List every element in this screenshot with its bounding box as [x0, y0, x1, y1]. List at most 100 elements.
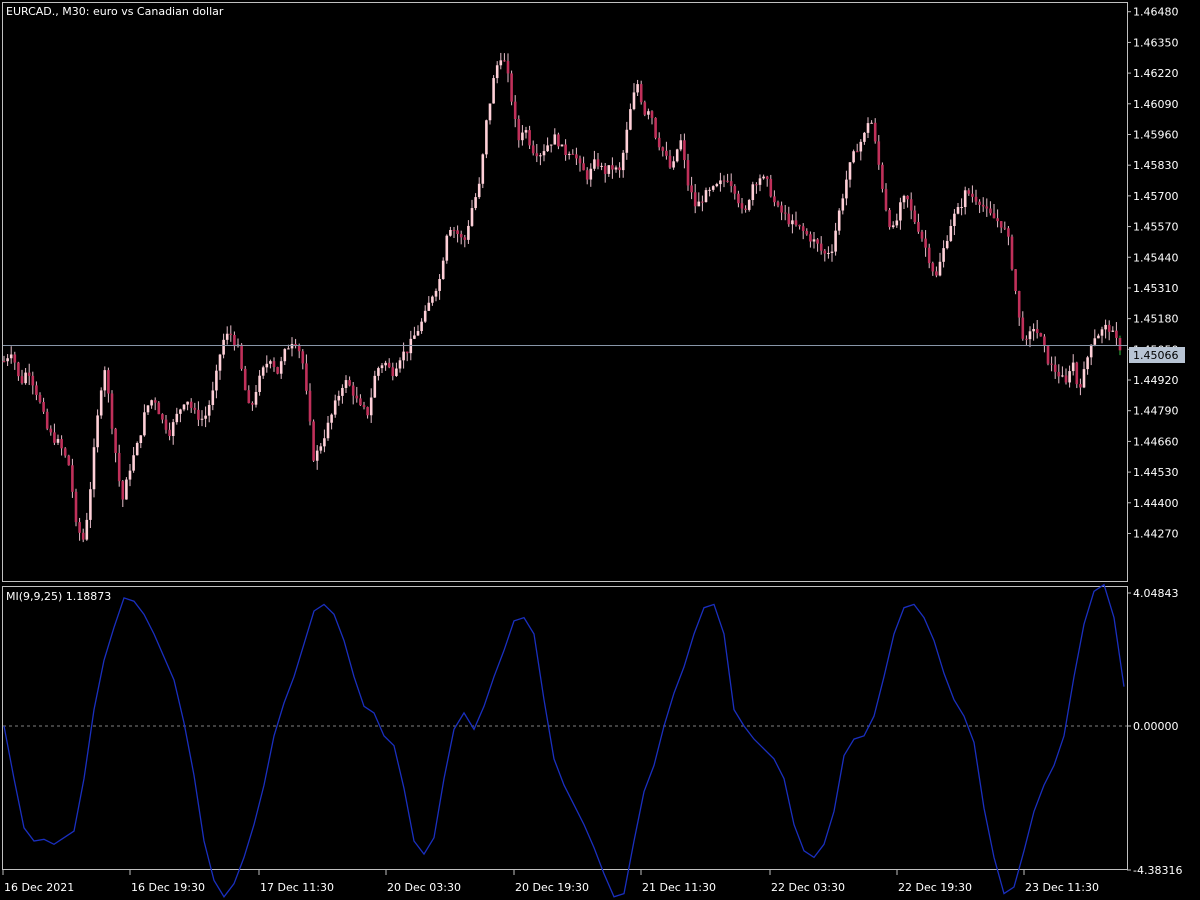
candle-body — [71, 465, 74, 492]
candle-body — [855, 151, 859, 153]
candle-body — [200, 418, 204, 420]
candle-body — [989, 208, 992, 214]
price-tick-label: 1.46090 — [1133, 98, 1179, 111]
candle-body — [531, 145, 535, 154]
candle-body — [528, 130, 531, 146]
candle-body — [305, 363, 308, 391]
candle-body — [276, 367, 279, 374]
candle-body — [917, 221, 920, 232]
candle-body — [150, 400, 153, 406]
indicator-tick-label: 0.00000 — [1133, 720, 1179, 733]
candle-body — [1021, 317, 1025, 339]
candle-body — [816, 239, 819, 244]
candle-body — [269, 361, 272, 364]
candle-body — [1035, 329, 1039, 334]
candle-body — [380, 365, 384, 369]
candle-body — [812, 239, 816, 242]
candle-body — [884, 188, 888, 210]
price-tick-label: 1.46350 — [1133, 36, 1179, 49]
candle-body — [431, 296, 434, 303]
indicator-tick-label: 4.04843 — [1133, 587, 1179, 600]
candle-body — [729, 181, 733, 187]
candle-body — [737, 193, 740, 204]
candle-body — [146, 405, 150, 413]
candle-body — [809, 234, 812, 242]
candle-body — [650, 111, 654, 118]
candle-body — [611, 165, 614, 170]
candle-body — [452, 229, 456, 231]
candle-body — [827, 252, 830, 254]
candle-body — [647, 111, 650, 115]
candle-body — [27, 372, 31, 376]
candle-body — [326, 422, 330, 439]
candle-body — [60, 439, 63, 449]
candle-body — [560, 144, 564, 147]
candle-body — [470, 208, 474, 226]
candle-body — [506, 60, 510, 74]
candle-body — [985, 206, 989, 209]
candle-body — [1043, 336, 1046, 346]
candle-body — [182, 404, 186, 410]
candle-body — [935, 271, 938, 276]
candle-body — [351, 385, 355, 396]
price-tick-label: 1.45960 — [1133, 128, 1179, 141]
candle-body — [1089, 344, 1093, 358]
candle-body — [233, 334, 236, 347]
candle-body — [765, 176, 769, 179]
candle-body — [441, 260, 445, 280]
candle-body — [945, 240, 949, 249]
candle-body — [683, 140, 686, 161]
candle-body — [888, 209, 891, 228]
candle-body — [510, 73, 513, 102]
candle-body — [938, 261, 942, 276]
candle-body — [222, 339, 225, 355]
candle-body — [1039, 333, 1043, 337]
candle-body — [67, 455, 71, 466]
candle-body — [449, 229, 452, 236]
candle-body — [1100, 329, 1104, 336]
candle-body — [1064, 375, 1068, 383]
candle-body — [625, 129, 629, 153]
candle-body — [35, 385, 38, 395]
candle-body — [740, 203, 744, 209]
price-tick-label: 1.44920 — [1133, 374, 1179, 387]
candle-body — [521, 132, 524, 141]
candle-body — [819, 243, 823, 251]
candle-body — [81, 532, 85, 540]
candle-body — [132, 455, 135, 471]
candle-body — [654, 117, 657, 138]
price-tick-label: 1.44530 — [1133, 466, 1179, 479]
candle-body — [1014, 269, 1017, 291]
candle-body — [535, 153, 539, 157]
candle-body — [459, 234, 463, 238]
price-tick-label: 1.46480 — [1133, 6, 1179, 19]
candle-body — [373, 375, 377, 398]
candle-body — [967, 190, 971, 194]
candle-body — [434, 290, 438, 297]
candle-body — [92, 447, 96, 490]
candle-body — [456, 230, 459, 235]
candle-body — [1118, 337, 1122, 351]
candle-body — [128, 470, 132, 480]
price-tick-label: 1.44400 — [1133, 497, 1179, 510]
candle-body — [279, 361, 283, 374]
candle-body — [78, 522, 81, 533]
candle-body — [438, 279, 441, 291]
candle-body — [924, 238, 927, 248]
candle-body — [211, 390, 215, 405]
candle-body — [711, 186, 715, 190]
candle-body — [783, 212, 787, 214]
candle-body — [179, 409, 182, 414]
candle-body — [575, 154, 578, 159]
candle-body — [636, 84, 639, 93]
candle-body — [1115, 330, 1118, 338]
candle-body — [978, 201, 981, 205]
candle-body — [881, 164, 884, 189]
candle-body — [668, 155, 672, 168]
candle-body — [657, 137, 661, 148]
candle-body — [290, 343, 294, 349]
candle-body — [31, 375, 35, 386]
candle-body — [863, 132, 866, 142]
candle-body — [225, 333, 229, 340]
candle-body — [956, 207, 960, 214]
